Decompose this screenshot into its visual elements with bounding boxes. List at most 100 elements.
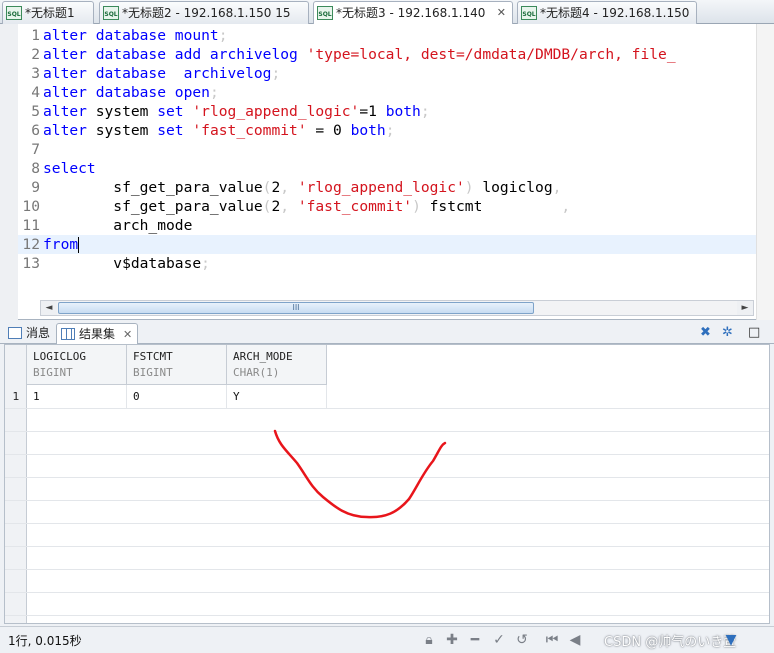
code-area[interactable]: 1 alter database mount; 2 alter database ad… xyxy=(18,24,756,298)
scroll-left-icon[interactable]: ◄ xyxy=(41,301,57,315)
tab-untitled-2[interactable]: *无标题2 - 192.168.1.150 15 xyxy=(99,1,309,24)
code-token: , xyxy=(280,179,298,196)
code-line[interactable]: 12 from xyxy=(18,235,756,254)
code-token: alter xyxy=(43,103,96,120)
code-token: 'type=local, dest=/dmdata/DMDB/arch, fil… xyxy=(306,46,676,63)
sql-file-icon xyxy=(317,6,333,20)
tab-label: *无标题1 xyxy=(25,6,75,20)
code-token: alter database mount xyxy=(43,27,219,44)
line-number: 11 xyxy=(22,217,40,234)
rollback-icon[interactable]: ↺ xyxy=(513,631,531,649)
line-number: 8 xyxy=(31,160,40,177)
sql-file-icon xyxy=(521,6,537,20)
code-line[interactable]: 13 v$database; xyxy=(18,254,756,273)
code-token: 2 xyxy=(271,179,281,196)
sql-client-window: *无标题1 *无标题2 - 192.168.1.150 15 *无标题3 - 1… xyxy=(0,0,774,653)
code-token: 'fast_commit' xyxy=(192,122,307,139)
horizontal-scrollbar[interactable]: ◄ III ► xyxy=(40,300,754,316)
code-token: ; xyxy=(218,27,228,44)
code-token: select xyxy=(43,160,96,177)
sql-editor[interactable]: 1 alter database mount; 2 alter database ad… xyxy=(0,24,774,320)
code-token: both xyxy=(385,103,421,120)
code-line[interactable]: 7 xyxy=(18,140,756,159)
delete-row-icon[interactable]: ━ xyxy=(466,631,484,649)
close-others-icon[interactable]: ✲ xyxy=(722,325,733,340)
code-token: ; xyxy=(201,255,210,272)
message-icon xyxy=(8,327,22,339)
code-token: sf_get_para_value xyxy=(43,179,263,196)
code-line[interactable]: 1 alter database mount; xyxy=(18,26,756,45)
code-token: 'fast_commit' xyxy=(297,198,413,215)
tab-messages[interactable]: 消息 xyxy=(4,323,54,344)
code-token: ; xyxy=(420,103,430,120)
scroll-right-icon[interactable]: ► xyxy=(737,301,753,315)
close-icon[interactable]: ✕ xyxy=(497,2,506,24)
code-line[interactable]: 11 arch_mode xyxy=(18,216,756,235)
filter-icon[interactable]: ▼ xyxy=(722,631,740,649)
code-line[interactable]: 9 sf_get_para_value(2, 'rlog_append_logi… xyxy=(18,178,756,197)
vertical-scrollbar[interactable] xyxy=(756,24,774,320)
code-token: set xyxy=(157,103,193,120)
status-bar: 1行, 0.015秒 🔒︎ ✚ ━ ✓ ↺ ⏮ ◀ CSDN @帅气のいき萱 ▼ xyxy=(0,626,774,653)
first-page-icon[interactable]: ⏮ xyxy=(543,631,561,649)
previous-page-icon[interactable]: ◀ xyxy=(566,631,584,649)
code-token: =1 xyxy=(359,103,386,120)
code-token: both xyxy=(350,122,386,139)
tab-label: 消息 xyxy=(26,326,51,340)
editor-gutter xyxy=(0,24,18,320)
tab-untitled-1[interactable]: *无标题1 xyxy=(2,1,94,24)
result-panel-tabs: 消息 结果集 ✕ ✖ ✲ □ xyxy=(0,321,774,344)
code-line[interactable]: 10 sf_get_para_value(2, 'fast_commit') f… xyxy=(18,197,756,216)
code-line[interactable]: 6 alter system set 'fast_commit' = 0 both… xyxy=(18,121,756,140)
status-text: 1行, 0.015秒 xyxy=(8,634,82,648)
commit-icon[interactable]: ✓ xyxy=(490,631,508,649)
sql-file-icon xyxy=(6,6,22,20)
tab-untitled-3[interactable]: *无标题3 - 192.168.1.140 ✕ xyxy=(313,1,513,25)
maximize-icon[interactable]: □ xyxy=(748,325,760,340)
code-line[interactable]: 4 alter database open; xyxy=(18,83,756,102)
code-token: sf_get_para_value xyxy=(43,198,263,215)
sql-file-icon xyxy=(103,6,119,20)
code-token: logiclog xyxy=(482,179,553,196)
code-line[interactable]: 3 alter database archivelog; xyxy=(18,64,756,83)
close-all-icon[interactable]: ✖ xyxy=(700,325,711,340)
code-line[interactable]: 2 alter database add archivelog 'type=loc… xyxy=(18,45,756,64)
tab-label: *无标题3 - 192.168.1.140 xyxy=(336,6,486,20)
code-token: ) xyxy=(464,179,483,196)
close-icon[interactable]: ✕ xyxy=(123,328,132,341)
scrollbar-thumb[interactable]: III xyxy=(58,302,534,314)
code-token: set xyxy=(157,122,193,139)
tab-label: *无标题2 - 192.168.1.150 15 xyxy=(122,6,291,20)
tab-label: *无标题4 - 192.168.1.150 xyxy=(540,6,690,20)
line-number: 12 xyxy=(22,236,40,253)
code-token: 'rlog_append_logic' xyxy=(297,179,465,196)
lock-icon[interactable]: 🔒︎ xyxy=(420,631,438,649)
line-number: 6 xyxy=(31,122,40,139)
code-token: system xyxy=(95,122,158,139)
code-token: ) xyxy=(412,198,430,215)
code-token: , xyxy=(482,198,571,215)
line-number: 3 xyxy=(31,65,40,82)
line-number: 7 xyxy=(31,141,40,158)
code-line[interactable]: 8 select xyxy=(18,159,756,178)
red-handwritten-curve xyxy=(273,429,447,519)
code-token: 'rlog_append_logic' xyxy=(192,103,360,120)
line-number: 2 xyxy=(31,46,40,63)
tab-label: 结果集 xyxy=(79,327,116,341)
table-grid-icon xyxy=(61,328,75,340)
code-token: alter database archivelog xyxy=(43,65,272,82)
line-number: 5 xyxy=(31,103,40,120)
line-number: 9 xyxy=(31,179,40,196)
line-number: 1 xyxy=(31,27,40,44)
tab-result-set[interactable]: 结果集 ✕ xyxy=(56,323,138,344)
result-grid[interactable]: LOGICLOG BIGINT FSTCMT BIGINT ARCH_MODE … xyxy=(4,344,770,624)
code-token: from xyxy=(43,236,79,253)
code-line[interactable]: 5 alter system set 'rlog_append_logic'=1 … xyxy=(18,102,756,121)
code-token: ; xyxy=(209,84,219,101)
add-row-icon[interactable]: ✚ xyxy=(443,631,461,649)
code-token: fstcmt xyxy=(429,198,483,215)
tab-untitled-4[interactable]: *无标题4 - 192.168.1.150 xyxy=(517,1,697,24)
line-number: 4 xyxy=(31,84,40,101)
code-token: arch_mode xyxy=(43,217,193,234)
line-number: 10 xyxy=(22,198,40,215)
